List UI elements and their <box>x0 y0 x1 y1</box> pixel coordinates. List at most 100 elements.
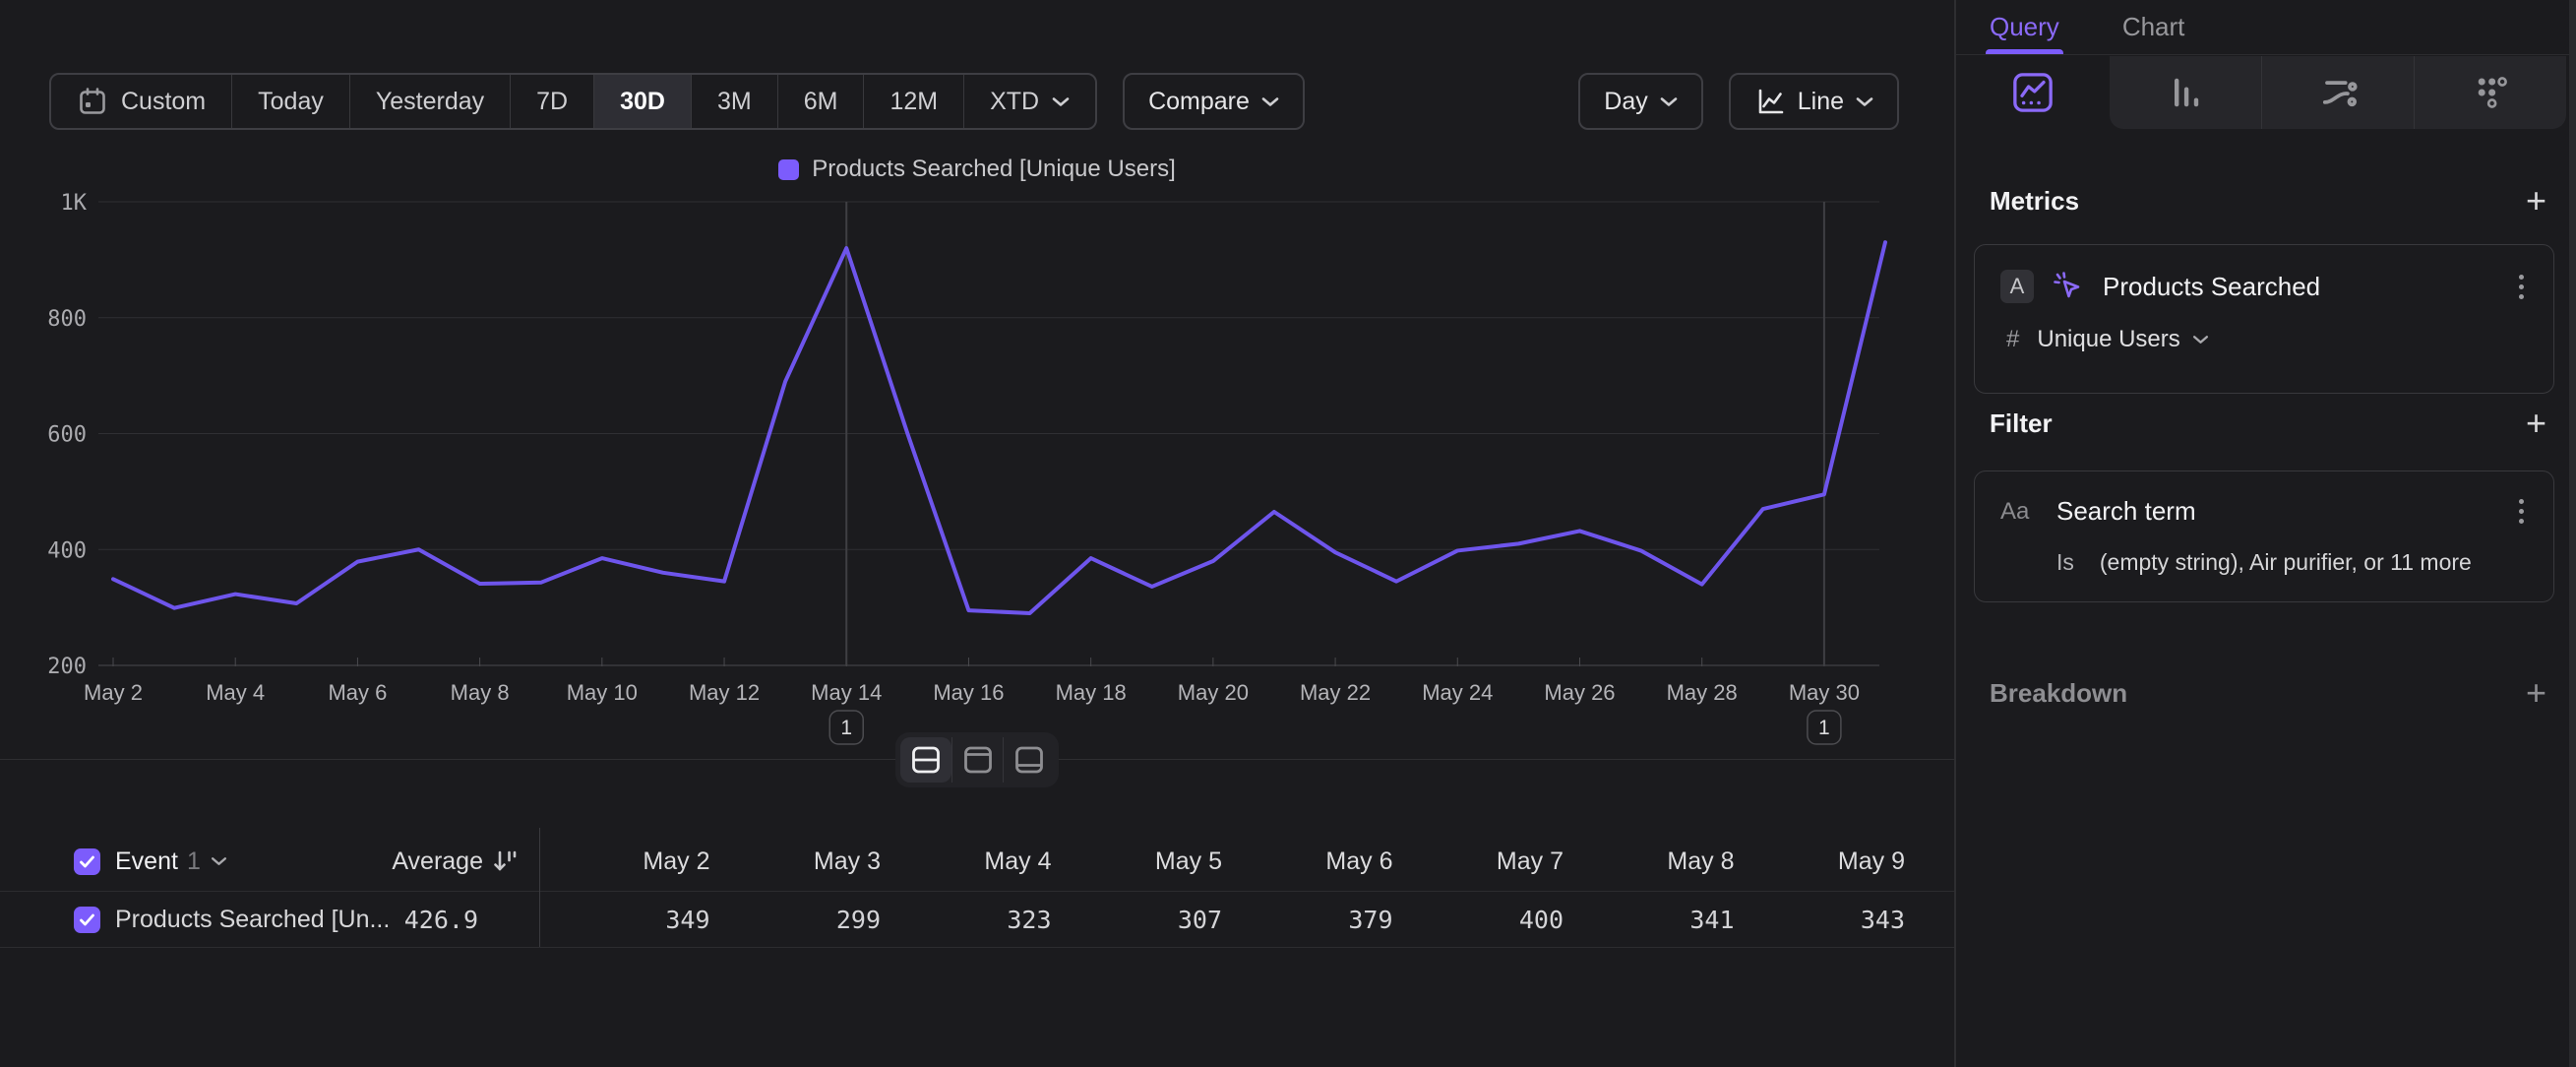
number-icon: # <box>2006 326 2019 353</box>
toolbar-right: Day Line <box>1553 73 1899 130</box>
filter-section-header: Filter + <box>1990 406 2546 441</box>
date-range-control: Custom Today Yesterday 7D 30D 3M 6M 12M … <box>49 73 1097 130</box>
x-axis-label: May 30 <box>1789 680 1860 705</box>
query-panel: Query Chart <box>1956 0 2576 1067</box>
date-range-12m[interactable]: 12M <box>864 75 964 128</box>
toolbar: Custom Today Yesterday 7D 30D 3M 6M 12M … <box>49 73 1899 130</box>
layout-chart-icon <box>961 744 995 776</box>
layout-table-button[interactable] <box>1003 737 1054 783</box>
filter-operator: Is <box>2056 549 2074 576</box>
date-column-header: May 4 <box>881 847 1052 876</box>
layout-split-icon <box>909 744 943 776</box>
table-header: Event 1 Average May 2May 3May 4May 5May … <box>0 832 1954 892</box>
date-range-30d[interactable]: 30D <box>594 75 692 128</box>
date-column-header: May 7 <box>1393 847 1564 876</box>
chevron-down-icon[interactable] <box>211 856 227 866</box>
date-range-yesterday[interactable]: Yesterday <box>350 75 511 128</box>
aggregation-row[interactable]: # Unique Users <box>2000 326 2528 353</box>
filter-property-name: Search term <box>2056 496 2196 527</box>
y-axis-label: 600 <box>47 423 87 448</box>
x-axis-label: May 22 <box>1300 680 1371 705</box>
y-axis-label: 1K <box>61 191 88 216</box>
x-axis-label: May 16 <box>933 680 1004 705</box>
results-table: Event 1 Average May 2May 3May 4May 5May … <box>0 832 1954 948</box>
value-cell: 341 <box>1564 906 1735 934</box>
annotation-badge-label: 1 <box>1818 717 1830 739</box>
x-axis-label: May 8 <box>451 680 510 705</box>
date-columns: May 2May 3May 4May 5May 6May 7May 8May 9 <box>539 847 1954 876</box>
filter-value: (empty string), Air purifier, or 11 more <box>2100 549 2472 576</box>
panel-tabs: Query Chart <box>1956 0 2576 55</box>
chart-type-bar-tab[interactable] <box>2110 56 2261 129</box>
aggregation-label: Unique Users <box>2037 326 2179 353</box>
annotation-badge-label: 1 <box>840 717 852 739</box>
y-axis-label: 400 <box>47 538 87 563</box>
series-line <box>113 242 1885 613</box>
chart-type-flow-tab[interactable] <box>2261 56 2414 129</box>
calendar-icon <box>77 86 108 117</box>
panel-scrollbar[interactable] <box>2569 0 2576 1067</box>
table-row: Products Searched [Un... 426.9 349299323… <box>0 892 1954 948</box>
kebab-menu-icon[interactable] <box>2515 495 2528 528</box>
x-axis-label: May 18 <box>1056 680 1127 705</box>
y-axis-label: 800 <box>47 307 87 332</box>
filter-condition-row[interactable]: Is (empty string), Air purifier, or 11 m… <box>2000 549 2528 576</box>
date-column-header: May 5 <box>1052 847 1223 876</box>
layout-table-icon <box>1012 744 1046 776</box>
add-filter-button[interactable]: + <box>2526 406 2546 441</box>
layout-toggle <box>895 732 1059 787</box>
chart-type-tab-group <box>2110 56 2566 129</box>
tab-query[interactable]: Query <box>1990 0 2059 54</box>
date-range-3m[interactable]: 3M <box>692 75 778 128</box>
row-checkbox[interactable] <box>74 907 100 933</box>
sort-descending-icon[interactable] <box>491 848 518 874</box>
filter-card[interactable]: Aa Search term Is (empty string), Air pu… <box>1974 471 2554 602</box>
retention-grid-icon <box>2469 71 2512 114</box>
date-column-header: May 8 <box>1564 847 1735 876</box>
chart-type-retention-tab[interactable] <box>2414 56 2566 129</box>
date-range-label: Custom <box>121 88 206 116</box>
check-icon <box>79 912 95 927</box>
y-axis-label: 200 <box>47 655 87 679</box>
value-cell: 400 <box>1393 906 1564 934</box>
check-icon <box>79 854 95 869</box>
chevron-down-icon <box>1052 96 1070 107</box>
chart-type-insights-tab[interactable] <box>1956 56 2110 129</box>
kebab-menu-icon[interactable] <box>2515 271 2528 303</box>
metric-name: Products Searched <box>2103 272 2320 302</box>
date-range-custom[interactable]: Custom <box>51 75 232 128</box>
date-range-7d[interactable]: 7D <box>511 75 594 128</box>
x-axis-label: May 20 <box>1178 680 1249 705</box>
value-cell: 299 <box>710 906 882 934</box>
chart-type-tabs <box>1956 56 2566 129</box>
compare-button[interactable]: Compare <box>1123 73 1305 130</box>
metric-card[interactable]: A Products Searched # Unique Users <box>1974 244 2554 394</box>
chart-type-button[interactable]: Line <box>1729 73 1899 130</box>
select-all-checkbox[interactable] <box>74 848 100 875</box>
add-breakdown-button[interactable]: + <box>2526 675 2546 711</box>
tab-chart[interactable]: Chart <box>2122 0 2185 54</box>
date-range-xtd[interactable]: XTD <box>964 75 1095 128</box>
date-range-today[interactable]: Today <box>232 75 350 128</box>
line-chart[interactable]: 2004006008001KMay 2May 4May 6May 8May 10… <box>0 148 1954 758</box>
filter-title: Filter <box>1990 408 2053 439</box>
string-property-icon: Aa <box>2000 498 2040 526</box>
value-cell: 307 <box>1052 906 1223 934</box>
chevron-down-icon <box>1660 96 1678 107</box>
event-cursor-click-icon <box>2051 269 2086 304</box>
metric-letter-badge: A <box>2000 270 2034 303</box>
layout-chart-button[interactable] <box>951 737 1003 783</box>
average-column-label: Average <box>392 847 483 876</box>
value-cell: 349 <box>539 906 710 934</box>
main-area: Custom Today Yesterday 7D 30D 3M 6M 12M … <box>0 0 1954 1067</box>
breakdown-title: Breakdown <box>1990 678 2127 709</box>
layout-split-button[interactable] <box>900 737 951 783</box>
x-axis-label: May 2 <box>84 680 143 705</box>
row-average-value: 426.9 <box>404 906 539 934</box>
date-column-header: May 9 <box>1735 847 1906 876</box>
x-axis-label: May 4 <box>206 680 265 705</box>
date-range-6m[interactable]: 6M <box>778 75 865 128</box>
value-cell: 379 <box>1222 906 1393 934</box>
add-metric-button[interactable]: + <box>2526 183 2546 219</box>
granularity-button[interactable]: Day <box>1578 73 1702 130</box>
